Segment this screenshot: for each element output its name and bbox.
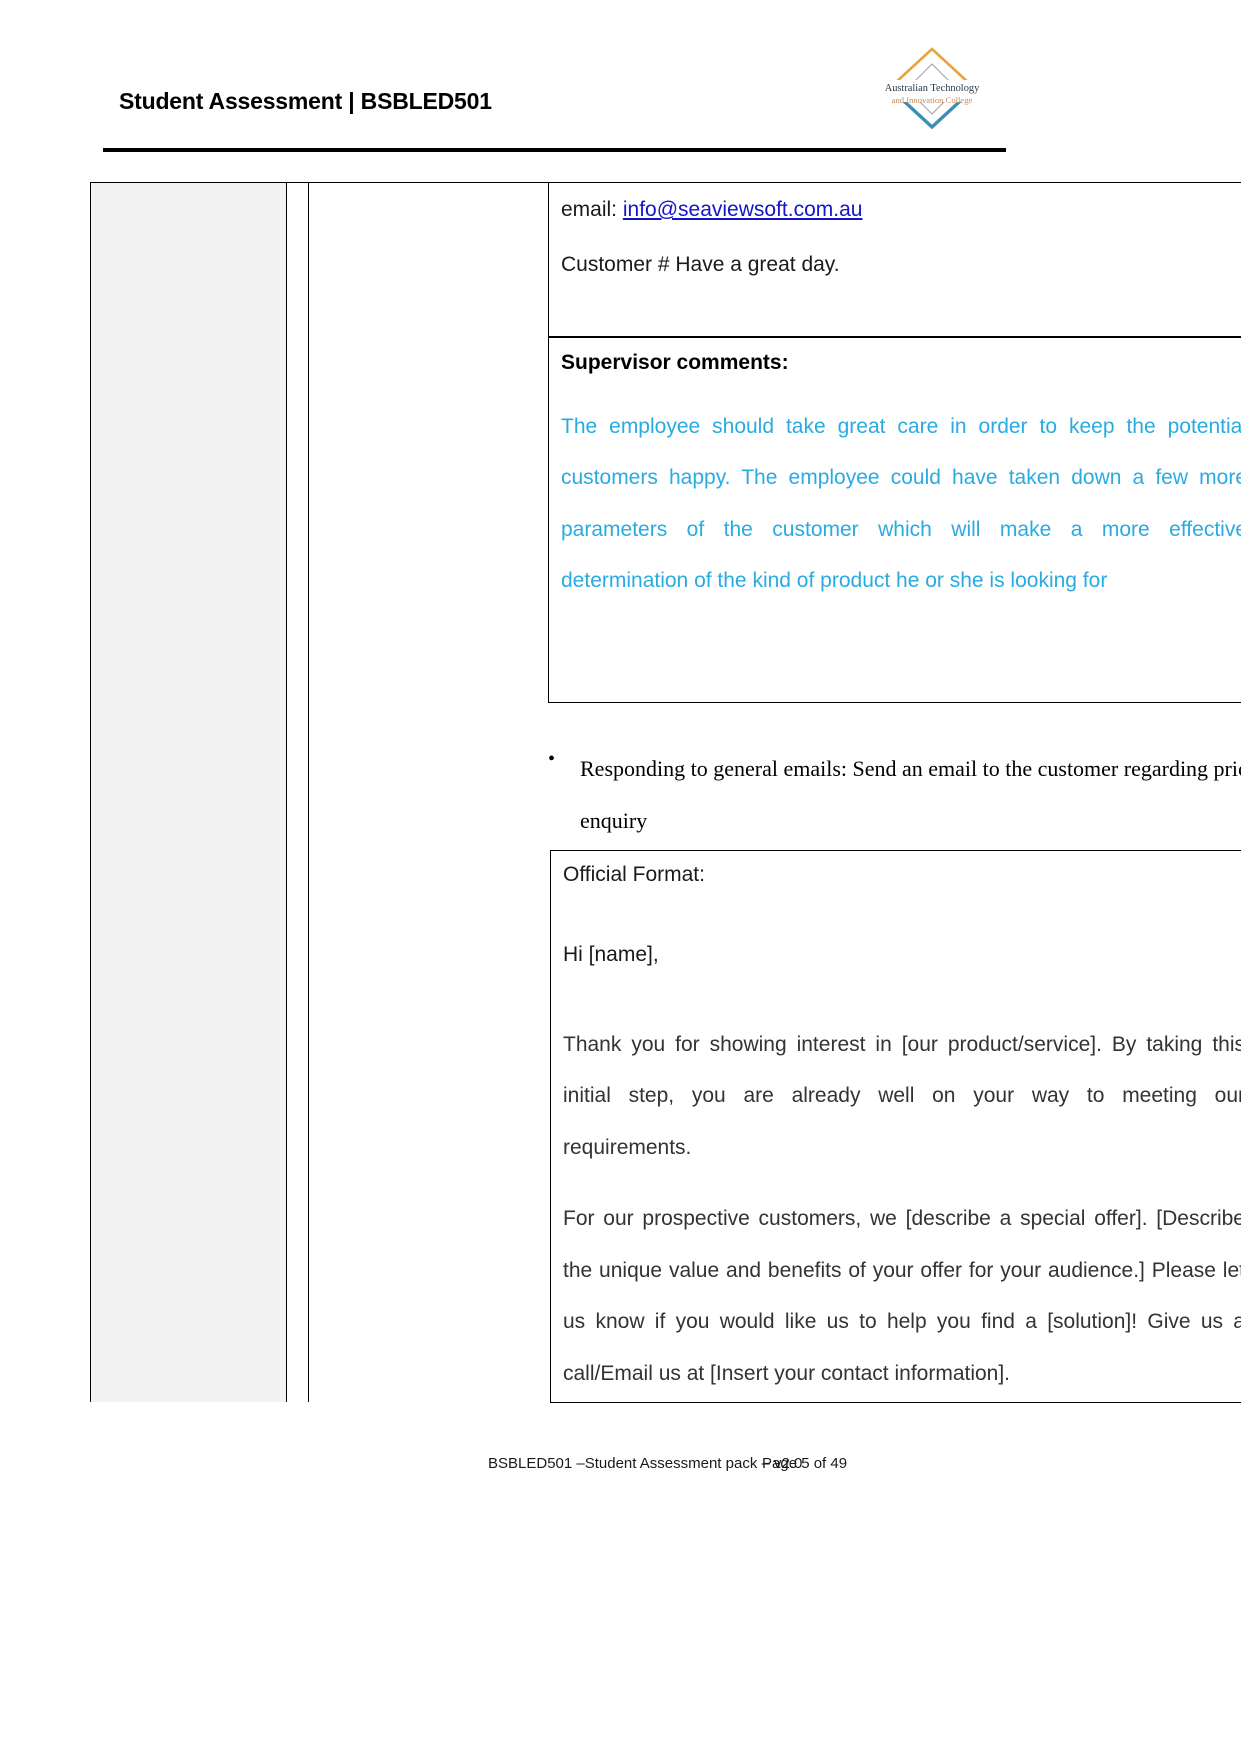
footer-page-number: Page 5 of 49: [762, 1455, 848, 1472]
email-response-box: email: info@seaviewsoft.com.au Customer …: [548, 182, 1241, 337]
document-page: Student Assessment | BSBLED501 Australia…: [0, 0, 1241, 1754]
supervisor-comments-heading: Supervisor comments:: [561, 351, 789, 374]
official-format-greeting: Hi [name],: [563, 943, 659, 966]
email-closing-line: Customer # Have a great day.: [561, 252, 840, 276]
college-logo: Australian Technology and Innovation Col…: [876, 44, 988, 132]
email-label: email:: [561, 198, 623, 221]
official-format-paragraph-1: Thank you for showing interest in [our p…: [563, 1033, 1241, 1159]
logo-line2: and Innovation College: [892, 95, 973, 105]
bullet-item-text-continuation: enquiry: [580, 808, 648, 834]
page-footer: BSBLED501 –Student Assessment pack – v2.…: [0, 1455, 1241, 1495]
email-address-line: email: info@seaviewsoft.com.au: [561, 197, 1241, 224]
official-format-box: Official Format: Hi [name], Thank you fo…: [550, 850, 1241, 1403]
table-content-column: email: info@seaviewsoft.com.au Customer …: [309, 182, 1241, 1403]
logo-line1: Australian Technology: [885, 83, 980, 94]
table-left-shaded-column: [91, 183, 287, 1402]
official-format-paragraph-2: For our prospective customers, we [descr…: [563, 1207, 1241, 1385]
official-format-label: Official Format:: [563, 863, 705, 886]
content-table: email: info@seaviewsoft.com.au Customer …: [90, 182, 1241, 1403]
bullet-item-text-main: Responding to general emails: Send an em…: [580, 756, 1241, 781]
page-header: Student Assessment | BSBLED501 Australia…: [0, 0, 1241, 170]
bullet-item-text: Responding to general emails: Send an em…: [580, 743, 1241, 848]
header-divider: [103, 148, 1006, 152]
email-link[interactable]: info@seaviewsoft.com.au: [623, 198, 863, 221]
table-spacer-column: [287, 183, 309, 1402]
list-item: • Responding to general emails: Send an …: [548, 743, 1241, 848]
footer-document-label: BSBLED501 –Student Assessment pack – v2.…: [488, 1455, 803, 1472]
supervisor-comments-text: The employee should take great care in o…: [561, 415, 1241, 593]
bullet-icon: •: [548, 748, 556, 770]
page-title: Student Assessment | BSBLED501: [119, 88, 492, 114]
supervisor-comments-box: Supervisor comments: The employee should…: [548, 337, 1241, 703]
